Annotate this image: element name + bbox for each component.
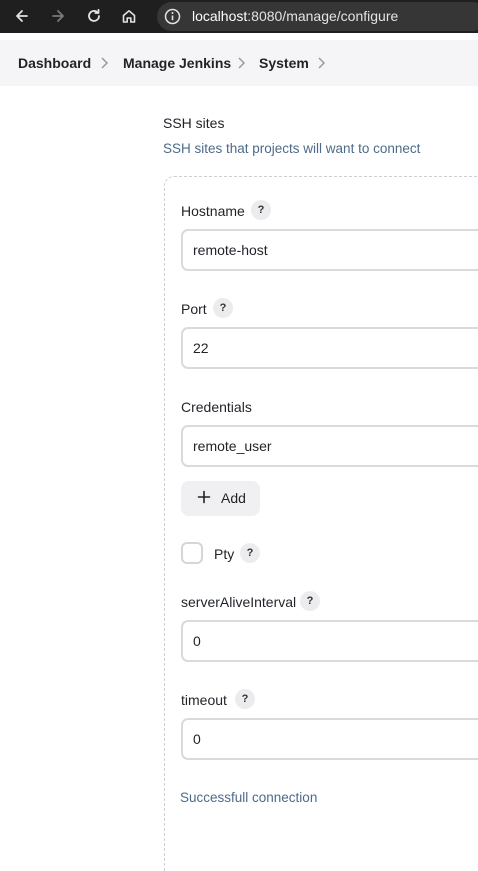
port-label: Port <box>181 301 207 317</box>
server-alive-interval-label: serverAliveInterval <box>181 594 297 610</box>
breadcrumb-system[interactable]: System <box>259 55 309 71</box>
pty-label[interactable]: Pty <box>214 546 234 562</box>
pty-checkbox[interactable] <box>181 542 203 564</box>
hostname-input[interactable]: remote-host <box>181 229 478 271</box>
chevron-right-icon <box>236 56 246 70</box>
add-credentials-button[interactable]: Add <box>181 481 260 516</box>
back-arrow-icon[interactable] <box>11 5 33 27</box>
server-alive-interval-input[interactable]: 0 <box>181 620 478 662</box>
credentials-select[interactable]: remote_user <box>181 425 478 467</box>
home-icon[interactable] <box>118 5 140 27</box>
pty-help-button[interactable]: ? <box>240 543 260 563</box>
breadcrumb-manage-jenkins[interactable]: Manage Jenkins <box>123 55 231 71</box>
url-path: :8080/manage/configure <box>247 8 399 24</box>
add-button-label: Add <box>221 490 246 506</box>
reload-icon[interactable] <box>83 5 105 27</box>
breadcrumb-dashboard[interactable]: Dashboard <box>18 55 91 71</box>
timeout-help-button[interactable]: ? <box>235 689 255 709</box>
section-title: SSH sites <box>163 115 225 131</box>
url-host: localhost <box>192 8 248 24</box>
timeout-label: timeout <box>181 692 227 708</box>
server-alive-interval-help-button[interactable]: ? <box>300 591 320 611</box>
connection-status-text: Successfull connection <box>180 790 318 805</box>
info-icon[interactable] <box>164 8 181 25</box>
plus-icon <box>197 490 211 504</box>
hostname-help-button[interactable]: ? <box>251 200 271 220</box>
section-description: SSH sites that projects will want to con… <box>163 141 421 156</box>
forward-arrow-icon[interactable] <box>47 5 69 27</box>
hostname-label: Hostname <box>181 203 245 219</box>
credentials-label: Credentials <box>181 399 252 415</box>
url-text[interactable]: localhost:8080/manage/configure <box>192 8 398 24</box>
port-help-button[interactable]: ? <box>213 298 233 318</box>
chevron-right-icon <box>99 56 109 70</box>
chevron-right-icon[interactable] <box>316 56 326 70</box>
browser-toolbar: localhost:8080/manage/configure <box>0 0 478 33</box>
port-input[interactable]: 22 <box>181 327 478 369</box>
ssh-site-block <box>164 176 478 871</box>
timeout-input[interactable]: 0 <box>181 718 478 760</box>
